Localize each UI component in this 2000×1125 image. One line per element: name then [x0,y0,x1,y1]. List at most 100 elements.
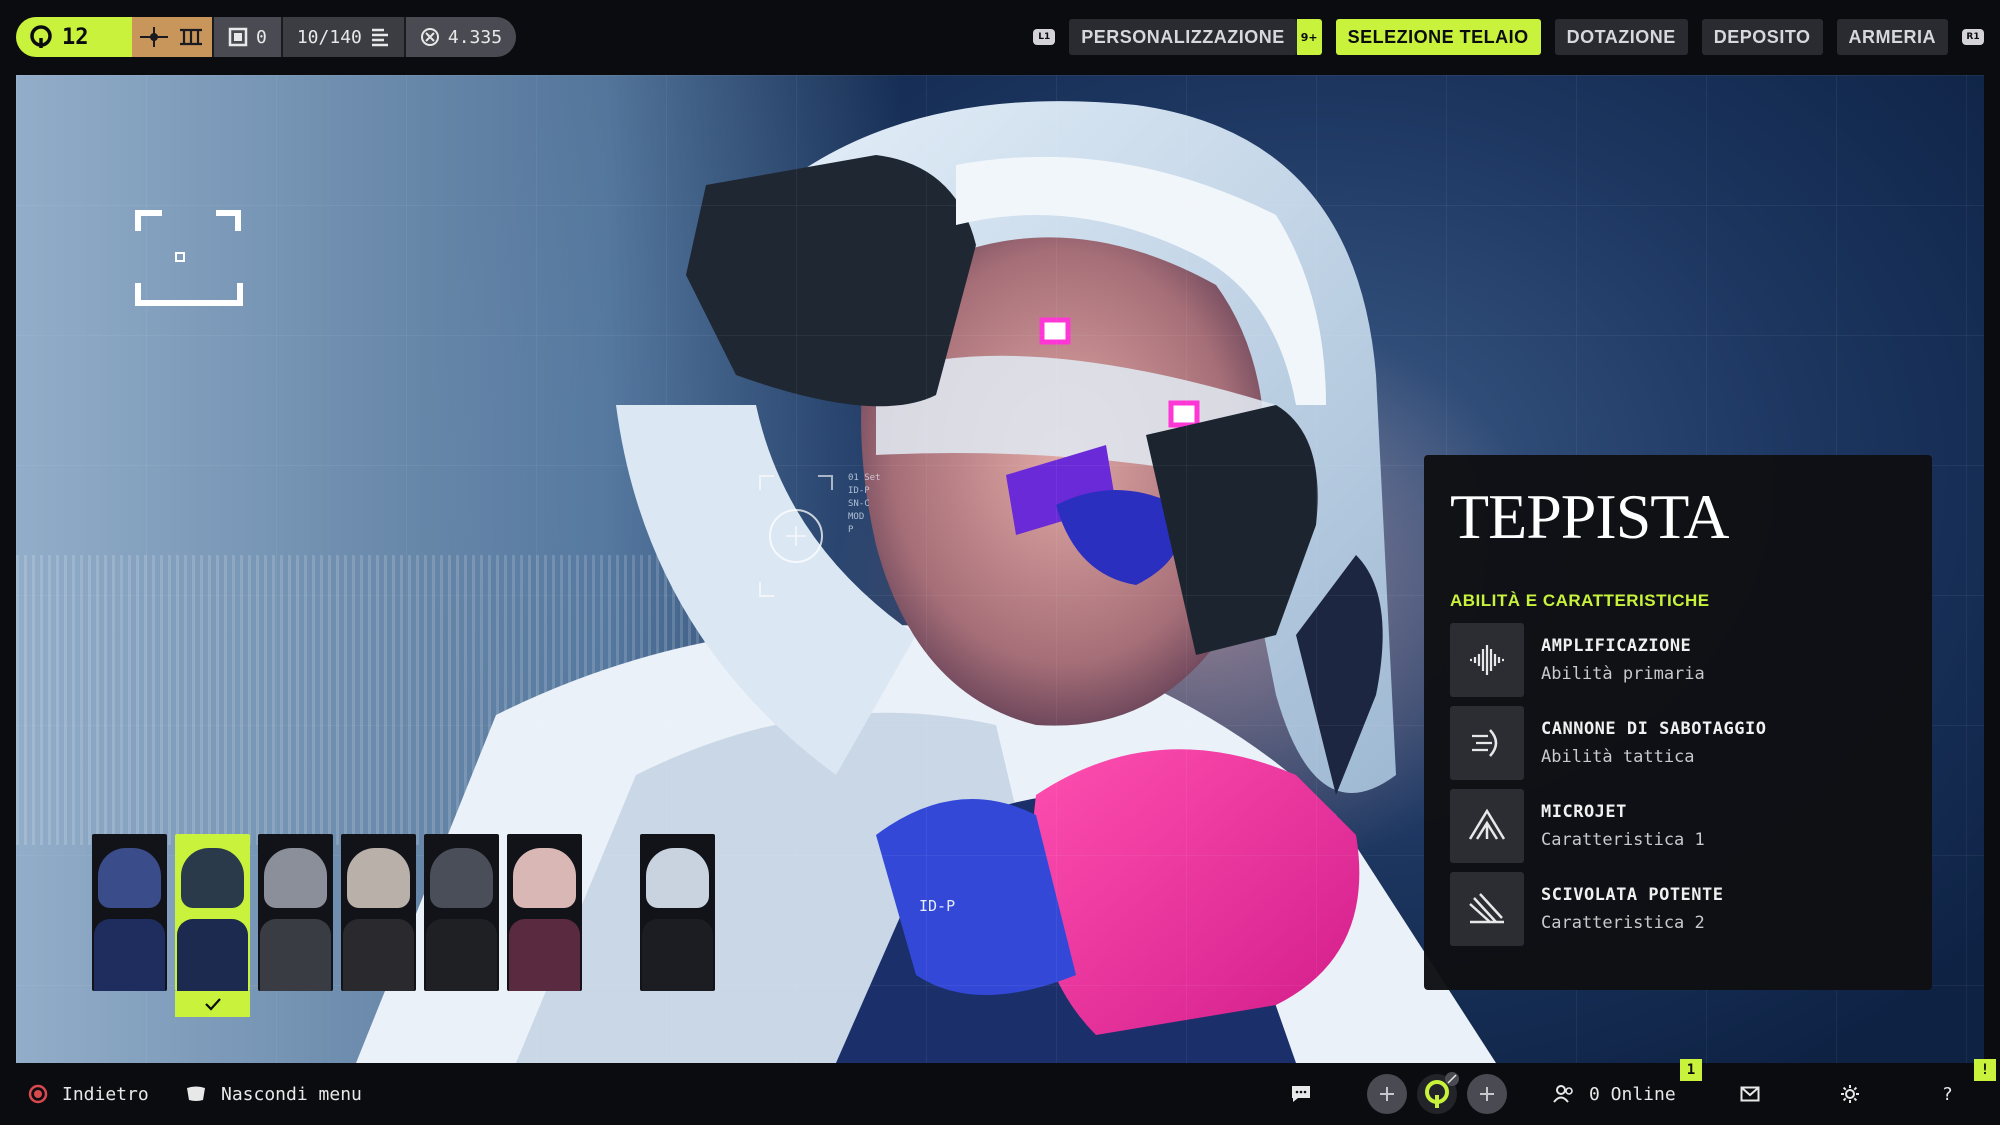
microjet-icon [1450,789,1524,863]
portrait-face [347,848,410,908]
help-label: ? [1942,1083,1953,1105]
settings-button[interactable] [1840,1063,1860,1125]
hud-bracket-icon [135,210,243,306]
portrait-body [177,919,248,991]
add-party-member-button[interactable] [1367,1074,1407,1114]
stack-icon [371,28,388,47]
plus-icon [1480,1087,1494,1101]
power-slide-icon [1450,872,1524,946]
help-notification-badge: ! [1974,1059,1996,1081]
crosshair-tool-icon [140,27,168,47]
crosshair-readout: 01 Set ID-P SN-C MOD P [848,473,881,535]
player-avatar[interactable] [1417,1072,1459,1114]
id-tag: ID-P [919,897,956,915]
shell-title: TEPPISTA [1450,481,1729,552]
back-label: Indietro [62,1083,149,1105]
online-notification-badge: 1 [1680,1059,1702,1081]
party-slots [1367,1063,1507,1125]
glitch-stripes [16,555,776,845]
portrait-face [98,848,161,908]
left-edge-tab [0,835,16,990]
portrait-face [430,848,493,908]
capacity-counter[interactable]: 10/140 [280,17,404,57]
player-level-value: 12 [62,24,89,50]
roster-spacer [590,834,632,991]
ability-name: CANNONE DI SABOTAGGIO [1541,719,1767,739]
abilities-heading: ABILITÀ E CARATTERISTICHE [1450,591,1710,610]
tab-selezione-telaio[interactable]: SELEZIONE TELAIO [1335,19,1541,55]
shell-portrait[interactable] [258,834,333,991]
ability-type: Caratteristica 2 [1541,913,1705,933]
portrait-body [260,919,331,991]
portrait-face [513,848,576,908]
right-edge-tab-bottom [1984,835,2000,990]
currency-counter[interactable]: 4.335 [403,17,517,57]
online-friends-button[interactable]: 0 Online [1553,1063,1676,1125]
ability-type: Abilità primaria [1541,664,1705,684]
ability-name: AMPLIFICAZIONE [1541,636,1692,656]
ability-item[interactable]: AMPLIFICAZIONE Abilità primaria [1450,623,1906,697]
resource-bar: 12 0 10/140 4.335 [16,17,517,57]
ability-type: Caratteristica 1 [1541,830,1705,850]
ability-name: MICROJET [1541,802,1627,822]
shell-portrait[interactable] [424,834,499,991]
bottom-bar: Indietro Nascondi menu 0 Online 1 ? ! [0,1059,2000,1125]
shell-portrait[interactable] [507,834,582,991]
help-button[interactable]: ? [1942,1063,1953,1125]
r1-button-hint[interactable]: R1 [1962,29,1984,45]
gear-icon [1841,1085,1859,1103]
ability-name: SCIVOLATA POTENTE [1541,885,1724,905]
ability-item[interactable]: SCIVOLATA POTENTE Caratteristica 2 [1450,872,1906,946]
sabotage-cannon-icon [1450,706,1524,780]
mail-icon [1740,1086,1760,1102]
ability-item[interactable]: CANNONE DI SABOTAGGIO Abilità tattica [1450,706,1906,780]
bars-tool-icon [180,28,202,46]
portrait-body [642,919,713,991]
portrait-face [646,848,709,908]
plus-icon [1380,1087,1394,1101]
circle-button-icon [28,1084,48,1104]
add-party-member-button[interactable] [1467,1074,1507,1114]
currency-icon [420,28,439,46]
shell-portrait[interactable] [92,834,167,991]
hide-menu-button[interactable]: Nascondi menu [185,1063,362,1125]
ability-type: Abilità tattica [1541,747,1695,767]
currency-value: 4.335 [447,26,503,48]
tools-group[interactable] [132,17,212,57]
portrait-body [509,919,580,991]
slots-counter[interactable]: 0 [212,17,281,57]
capacity-value: 10/140 [296,26,362,48]
ability-item[interactable]: MICROJET Caratteristica 1 [1450,789,1906,863]
tab-personalizzazione[interactable]: PERSONALIZZAZIONE [1069,19,1297,55]
l1-button-hint[interactable]: L1 [1033,29,1056,45]
level-icon [30,25,52,48]
shell-portrait[interactable] [341,834,416,991]
portrait-body [343,919,414,991]
hide-menu-label: Nascondi menu [221,1083,362,1105]
chat-button[interactable] [1290,1063,1312,1125]
sound-wave-icon [1450,623,1524,697]
shell-roster [92,834,715,991]
slot-icon [228,27,248,47]
selected-check-tab [175,991,250,1017]
friends-icon [1553,1085,1573,1103]
back-button[interactable]: Indietro [28,1063,149,1125]
portrait-body [94,919,165,991]
tab-armeria[interactable]: ARMERIA [1836,19,1948,55]
checkmark-icon [204,998,221,1011]
mic-muted-icon [1445,1072,1459,1086]
portrait-face [181,848,244,908]
tab-dotazione[interactable]: DOTAZIONE [1554,19,1688,55]
ability-list: AMPLIFICAZIONE Abilità primaria CANNONE … [1450,623,1906,946]
tab-deposito[interactable]: DEPOSITO [1701,19,1823,55]
personalizzazione-badge: 9+ [1296,19,1322,55]
crosshair-icon [759,475,833,597]
slots-value: 0 [256,26,267,48]
mail-button[interactable] [1740,1063,1760,1125]
shell-portrait[interactable] [175,834,250,991]
player-level[interactable]: 12 [16,17,132,57]
shell-info-panel: TEPPISTA ABILITÀ E CARATTERISTICHE AMPLI… [1424,455,1932,990]
shell-portrait[interactable] [640,834,715,991]
chat-icon [1292,1086,1310,1102]
top-bar: 12 0 10/140 4.335 L1 PERSONALIZZAZIONE 9… [0,0,2000,75]
